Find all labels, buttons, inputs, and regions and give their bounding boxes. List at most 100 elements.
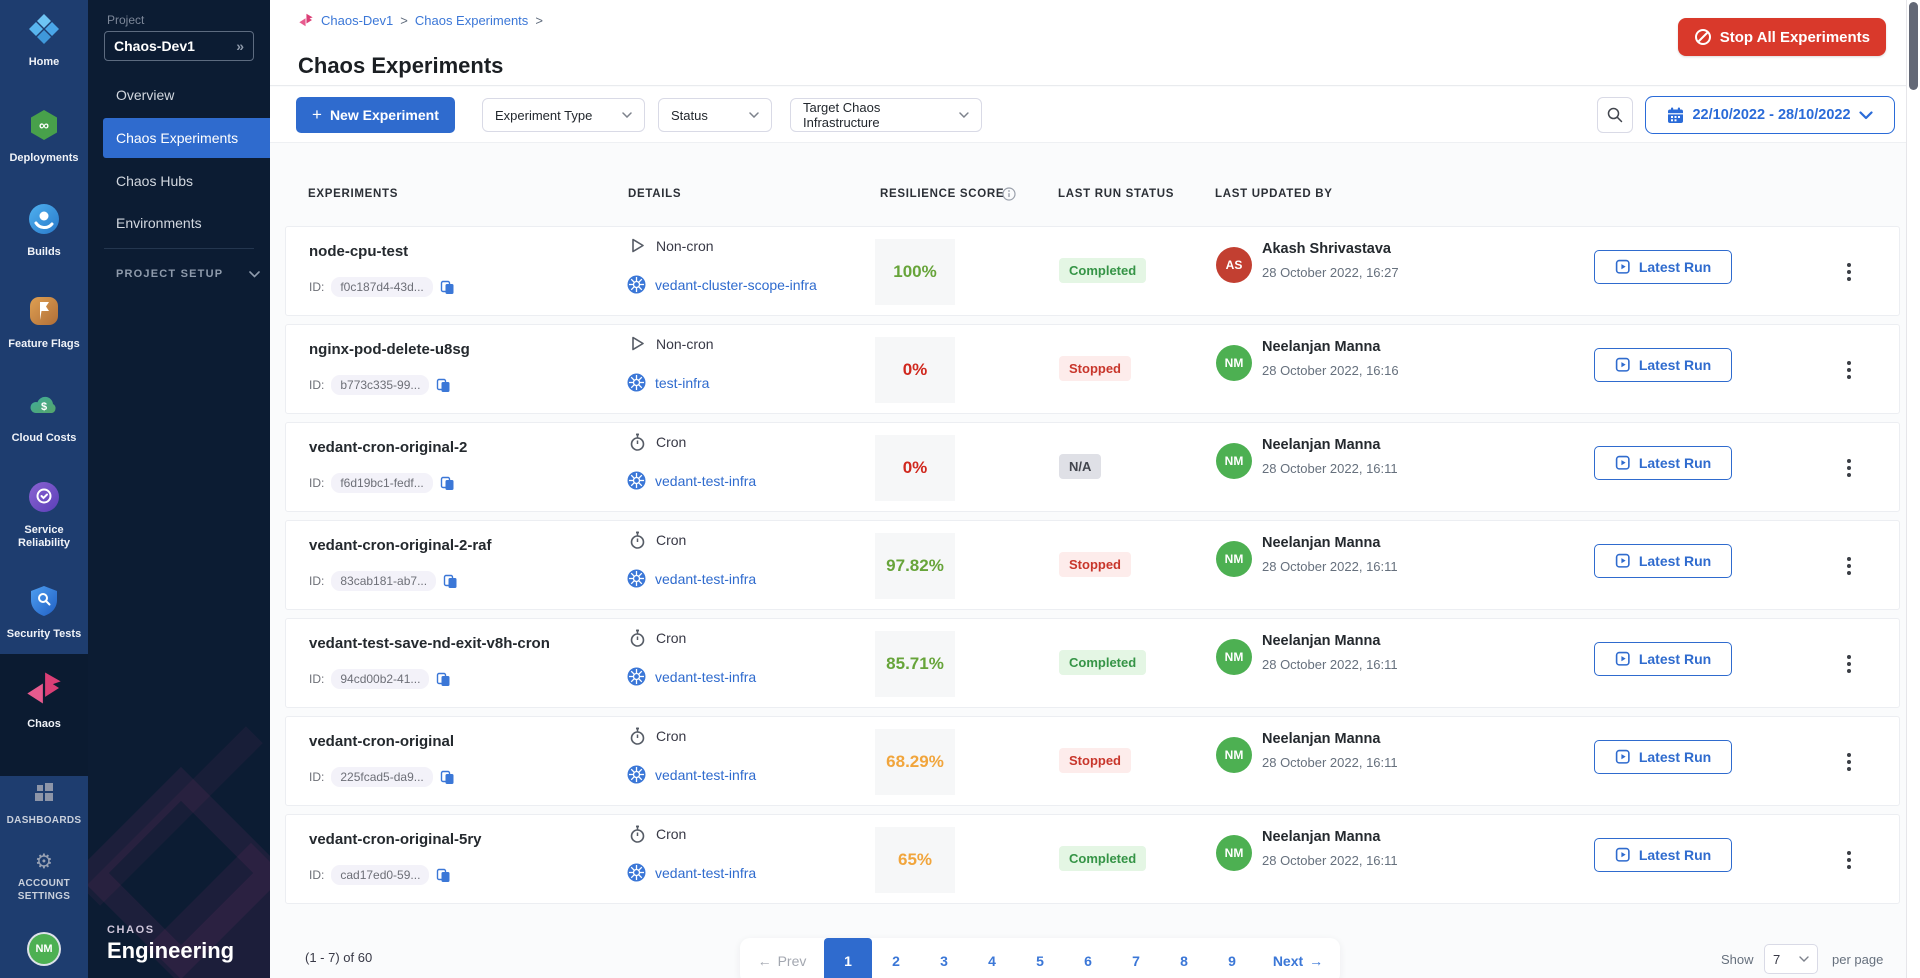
sidebar-user[interactable]: NM bbox=[0, 934, 88, 964]
breadcrumb-link-project[interactable]: Chaos-Dev1 bbox=[321, 13, 393, 28]
stop-all-experiments-button[interactable]: Stop All Experiments bbox=[1678, 18, 1886, 56]
copy-icon[interactable] bbox=[443, 574, 458, 589]
expand-projects-icon[interactable]: » bbox=[236, 38, 244, 54]
experiment-id: f6d19bc1-fedf... bbox=[331, 473, 432, 493]
sidebar-item-cloud-costs[interactable]: $ Cloud Costs bbox=[0, 388, 88, 445]
row-menu-button[interactable] bbox=[1836, 842, 1862, 878]
scrollbar-track[interactable] bbox=[1906, 0, 1920, 978]
search-button[interactable] bbox=[1597, 97, 1633, 133]
experiment-row[interactable]: vedant-cron-original-2 ID: f6d19bc1-fedf… bbox=[285, 422, 1900, 512]
latest-run-button[interactable]: Latest Run bbox=[1594, 348, 1732, 382]
schedule-cell: Cron bbox=[629, 629, 686, 647]
pagination-page-9[interactable]: 9 bbox=[1208, 938, 1256, 978]
latest-run-button[interactable]: Latest Run bbox=[1594, 250, 1732, 284]
app-window: Home ∞ Deployments Build bbox=[0, 0, 1920, 978]
latest-run-button[interactable]: Latest Run bbox=[1594, 740, 1732, 774]
main-content: Chaos-Dev1 > Chaos Experiments > Chaos E… bbox=[270, 0, 1920, 978]
column-header-last-run-status: LAST RUN STATUS bbox=[1058, 188, 1174, 200]
user-avatar: NM bbox=[1216, 443, 1252, 479]
project-setup-toggle[interactable]: PROJECT SETUP bbox=[116, 268, 260, 280]
pagination-page-4[interactable]: 4 bbox=[968, 938, 1016, 978]
last-run-status-badge: Completed bbox=[1059, 650, 1146, 675]
pagination-next-button[interactable]: Next → bbox=[1256, 938, 1340, 978]
experiment-name[interactable]: vedant-test-save-nd-exit-v8h-cron bbox=[309, 635, 550, 652]
row-menu-button[interactable] bbox=[1836, 744, 1862, 780]
infrastructure-link[interactable]: vedant-cluster-scope-infra bbox=[655, 277, 817, 293]
latest-run-button[interactable]: Latest Run bbox=[1594, 838, 1732, 872]
pagination-prev-button[interactable]: ← Prev bbox=[740, 938, 824, 978]
project-setup-label: PROJECT SETUP bbox=[116, 268, 223, 280]
experiment-row[interactable]: vedant-cron-original ID: 225fcad5-da9...… bbox=[285, 716, 1900, 806]
filter-target-chaos-infrastructure[interactable]: Target Chaos Infrastructure bbox=[790, 98, 982, 132]
sidebar-item-builds[interactable]: Builds bbox=[0, 202, 88, 259]
latest-run-button[interactable]: Latest Run bbox=[1594, 544, 1732, 578]
copy-icon[interactable] bbox=[436, 672, 451, 687]
pagination-page-2[interactable]: 2 bbox=[872, 938, 920, 978]
sidebar-item-account-settings[interactable]: ⚙ ACCOUNT SETTINGS bbox=[0, 852, 88, 903]
info-icon[interactable] bbox=[1002, 187, 1016, 201]
experiment-name[interactable]: vedant-cron-original bbox=[309, 733, 454, 750]
per-page-select[interactable]: 7 bbox=[1764, 944, 1818, 974]
experiment-name[interactable]: node-cpu-test bbox=[309, 243, 408, 260]
chevron-down-icon bbox=[959, 112, 969, 118]
new-experiment-button[interactable]: + New Experiment bbox=[296, 97, 455, 133]
sidebar-item-dashboards[interactable]: DASHBOARDS bbox=[0, 782, 88, 827]
latest-run-button[interactable]: Latest Run bbox=[1594, 642, 1732, 676]
row-menu-button[interactable] bbox=[1836, 548, 1862, 584]
sidebar-item-feature-flags[interactable]: Feature Flags bbox=[0, 294, 88, 351]
pagination-page-3[interactable]: 3 bbox=[920, 938, 968, 978]
pagination-page-6[interactable]: 6 bbox=[1064, 938, 1112, 978]
resilience-score-box: 68.29% bbox=[875, 729, 955, 795]
filter-status[interactable]: Status bbox=[658, 98, 772, 132]
experiment-id: 94cd00b2-41... bbox=[331, 669, 429, 689]
infrastructure-link[interactable]: test-infra bbox=[655, 375, 709, 391]
experiment-row[interactable]: node-cpu-test ID: f0c187d4-43d... Non-cr… bbox=[285, 226, 1900, 316]
row-menu-button[interactable] bbox=[1836, 450, 1862, 486]
sidebar-item-home[interactable]: Home bbox=[0, 12, 88, 69]
copy-icon[interactable] bbox=[440, 770, 455, 785]
row-menu-button[interactable] bbox=[1836, 646, 1862, 682]
pagination-page-1[interactable]: 1 bbox=[824, 938, 872, 978]
last-run-status-badge: Stopped bbox=[1059, 552, 1131, 577]
copy-icon[interactable] bbox=[440, 280, 455, 295]
project-selector[interactable]: Chaos-Dev1 » bbox=[104, 31, 254, 61]
experiment-name[interactable]: vedant-cron-original-2 bbox=[309, 439, 467, 456]
nav-item-environments[interactable]: Environments bbox=[103, 204, 270, 242]
infrastructure-link[interactable]: vedant-test-infra bbox=[655, 571, 756, 587]
nav-item-chaos-hubs[interactable]: Chaos Hubs bbox=[103, 162, 270, 200]
breadcrumb-link-experiments[interactable]: Chaos Experiments bbox=[415, 13, 528, 28]
pagination-pages: 123456789 bbox=[824, 938, 1256, 978]
user-avatar[interactable]: NM bbox=[29, 934, 59, 964]
filter-label: Experiment Type bbox=[495, 108, 592, 123]
nav-item-overview[interactable]: Overview bbox=[103, 76, 270, 114]
copy-icon[interactable] bbox=[440, 476, 455, 491]
experiment-row[interactable]: nginx-pod-delete-u8sg ID: b773c335-99...… bbox=[285, 324, 1900, 414]
copy-icon[interactable] bbox=[436, 378, 451, 393]
row-menu-button[interactable] bbox=[1836, 254, 1862, 290]
experiment-row[interactable]: vedant-cron-original-5ry ID: cad17ed0-59… bbox=[285, 814, 1900, 904]
nav-item-chaos-experiments[interactable]: Chaos Experiments bbox=[103, 118, 270, 158]
copy-icon[interactable] bbox=[436, 868, 451, 883]
infrastructure-link[interactable]: vedant-test-infra bbox=[655, 865, 756, 881]
experiment-row[interactable]: vedant-test-save-nd-exit-v8h-cron ID: 94… bbox=[285, 618, 1900, 708]
infrastructure-link[interactable]: vedant-test-infra bbox=[655, 669, 756, 685]
experiment-name[interactable]: vedant-cron-original-2-raf bbox=[309, 537, 492, 554]
experiment-name[interactable]: nginx-pod-delete-u8sg bbox=[309, 341, 470, 358]
infrastructure-link[interactable]: vedant-test-infra bbox=[655, 473, 756, 489]
pagination-page-7[interactable]: 7 bbox=[1112, 938, 1160, 978]
filter-experiment-type[interactable]: Experiment Type bbox=[482, 98, 645, 132]
pagination-page-5[interactable]: 5 bbox=[1016, 938, 1064, 978]
experiment-row[interactable]: vedant-cron-original-2-raf ID: 83cab181-… bbox=[285, 520, 1900, 610]
scrollbar-thumb[interactable] bbox=[1909, 2, 1918, 90]
row-menu-button[interactable] bbox=[1836, 352, 1862, 388]
last-run-status-badge: N/A bbox=[1059, 454, 1101, 479]
infrastructure-link[interactable]: vedant-test-infra bbox=[655, 767, 756, 783]
experiment-name[interactable]: vedant-cron-original-5ry bbox=[309, 831, 482, 848]
sidebar-item-security-tests[interactable]: Security Tests bbox=[0, 584, 88, 641]
sidebar-item-deployments[interactable]: ∞ Deployments bbox=[0, 108, 88, 165]
pagination-page-8[interactable]: 8 bbox=[1160, 938, 1208, 978]
sidebar-item-chaos[interactable]: Chaos bbox=[0, 668, 88, 731]
sidebar-item-service-reliability[interactable]: Service Reliability bbox=[0, 480, 88, 550]
latest-run-button[interactable]: Latest Run bbox=[1594, 446, 1732, 480]
date-range-button[interactable]: 22/10/2022 - 28/10/2022 bbox=[1645, 96, 1895, 134]
